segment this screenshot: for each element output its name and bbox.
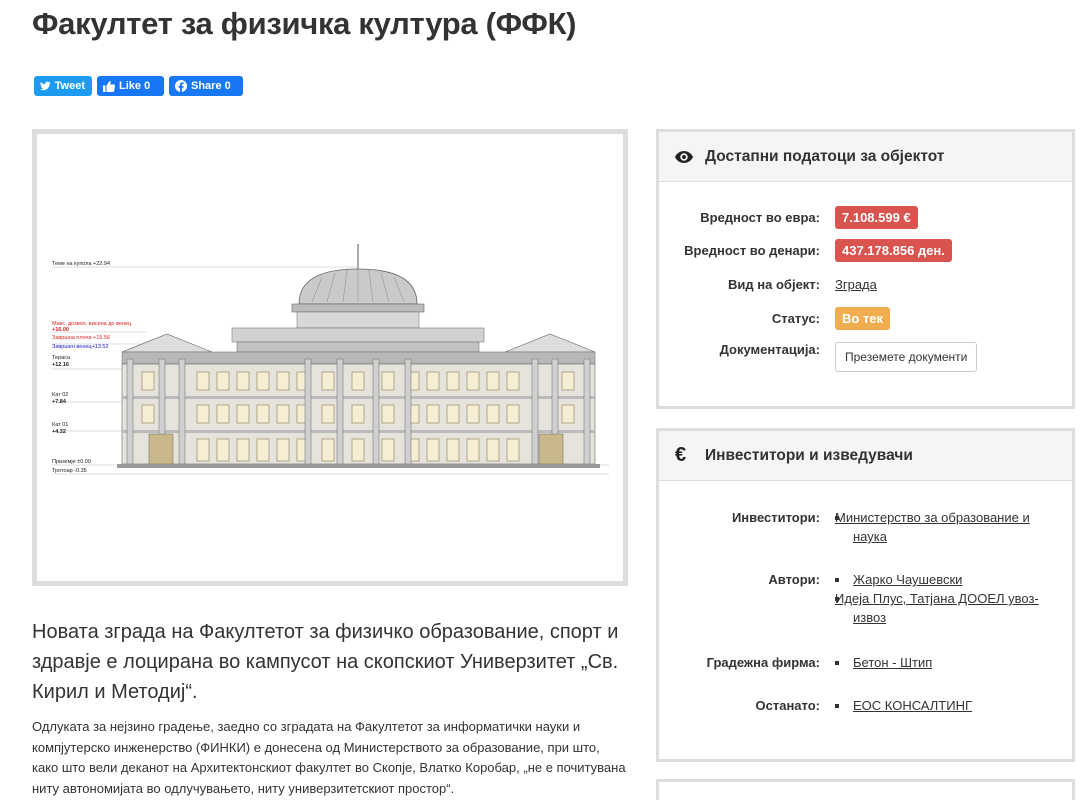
investors-card: € Инвеститори и изведувачи Инвеститори: …: [656, 428, 1075, 762]
list-item: ЕОС КОНСАЛТИНГ: [835, 696, 1040, 715]
label-sidewalk: Тротоар -0.35: [52, 468, 87, 474]
label-roof-slab: Завршна плоча +15.56: [52, 335, 110, 341]
value-mkd-row: Вредност во денари: 437.178.856 ден.: [659, 239, 1072, 262]
object-type-label: Вид на објект:: [728, 277, 820, 292]
list-item: Жарко Чаушевски: [835, 570, 1040, 589]
next-card: [656, 779, 1075, 800]
builders-list: Бетон - Штип: [835, 653, 1040, 672]
label-cornice: Завршен венец+13.52: [52, 344, 109, 350]
object-data-card: Достапни податоци за објектот Вредност в…: [656, 129, 1075, 409]
status-row: Статус: Во тек: [659, 307, 1072, 330]
list-item: Министерство за образование и наука: [835, 508, 1040, 546]
object-data-card-title: Достапни податоци за објектот: [705, 147, 945, 165]
page-title: Факултет за физичка култура (ФФК): [32, 6, 577, 41]
like-button[interactable]: Like 0: [97, 76, 164, 96]
authors-label: Автори:: [768, 572, 820, 587]
value-mkd-label: Вредност во денари:: [684, 243, 820, 258]
facade-elevation-drawing: Теме на купола +22.94 Макс. дозвол. виси…: [37, 134, 623, 581]
investor-link[interactable]: Министерство за образование и наука: [835, 510, 1030, 544]
authors-list: Жарко Чаушевски Идеја Плус, Татјана ДООЕ…: [835, 570, 1040, 627]
list-item: Бетон - Штип: [835, 653, 1040, 672]
share-label: Share 0: [191, 80, 231, 92]
documents-label: Документација:: [719, 342, 820, 357]
label-floor2-val: +7.84: [52, 399, 67, 405]
label-ground: Приземје ±0.00: [52, 459, 91, 465]
author-link[interactable]: Жарко Чаушевски: [853, 572, 962, 587]
other-label: Останато:: [755, 698, 821, 713]
tweet-label: Tweet: [54, 80, 85, 92]
other-link[interactable]: ЕОС КОНСАЛТИНГ: [853, 698, 972, 713]
object-type-link[interactable]: Зграда: [835, 277, 877, 292]
label-floor2: Кат 02: [52, 392, 68, 398]
value-eur-row: Вредност во евра: 7.108.599 €: [659, 206, 1072, 229]
builder-row: Градежна фирма: Бетон - Штип: [659, 653, 1072, 672]
object-type-row: Вид на објект: Зграда: [659, 277, 1072, 292]
investors-card-title: Инвеститори и изведувачи: [705, 446, 913, 464]
other-list: ЕОС КОНСАЛТИНГ: [835, 696, 1040, 715]
investors-list: Министерство за образование и наука: [835, 508, 1040, 546]
building-drawing[interactable]: Теме на купола +22.94 Макс. дозвол. виси…: [32, 129, 628, 586]
label-floor1: Кат 01: [52, 422, 68, 428]
author-link[interactable]: Идеја Плус, Татјана ДООЕЛ увоз-извоз: [835, 591, 1039, 625]
authors-row: Автори: Жарко Чаушевски Идеја Плус, Татј…: [659, 570, 1072, 627]
label-dome-top: Теме на купола +22.94: [52, 261, 110, 267]
builder-label: Градежна фирма:: [706, 655, 820, 670]
thumbs-up-icon: [103, 80, 115, 92]
value-eur-label: Вредност во евра:: [700, 210, 820, 225]
builder-link[interactable]: Бетон - Штип: [853, 655, 932, 670]
list-item: Идеја Плус, Татјана ДООЕЛ увоз-извоз: [835, 589, 1040, 627]
facebook-icon: [175, 80, 187, 92]
value-mkd-badge: 437.178.856 ден.: [835, 239, 952, 262]
twitter-icon: [40, 81, 51, 91]
label-floor1-val: +4.32: [52, 429, 66, 435]
label-max-height-val: +16.00: [52, 327, 69, 333]
tweet-button[interactable]: Tweet: [34, 76, 92, 96]
status-label: Статус:: [771, 311, 820, 326]
label-terrace: Тераса: [52, 355, 71, 361]
investors-label: Инвеститори:: [731, 510, 820, 525]
investors-card-header: € Инвеститори и изведувачи: [659, 431, 1072, 481]
investors-row: Инвеститори: Министерство за образование…: [659, 508, 1072, 546]
download-documents-button[interactable]: Преземете документи: [835, 342, 978, 372]
other-row: Останато: ЕОС КОНСАЛТИНГ: [659, 696, 1072, 715]
label-terrace-val: +12.16: [52, 362, 69, 368]
object-data-card-header: Достапни податоци за објектот: [659, 132, 1072, 182]
like-label: Like 0: [119, 80, 151, 92]
euro-icon: €: [675, 444, 687, 466]
share-buttons: Tweet Like 0 Share 0: [34, 76, 243, 96]
status-badge: Во тек: [835, 307, 891, 330]
article-lead: Новата зграда на Факултетот за физичко о…: [32, 621, 619, 703]
documents-row: Документација: Преземете документи: [659, 342, 1072, 372]
value-eur-badge: 7.108.599 €: [835, 206, 918, 229]
facebook-share-button[interactable]: Share 0: [169, 76, 243, 96]
eye-icon: [675, 150, 705, 163]
article-body: Одлуката за нејзино градење, заедно со з…: [32, 719, 626, 796]
